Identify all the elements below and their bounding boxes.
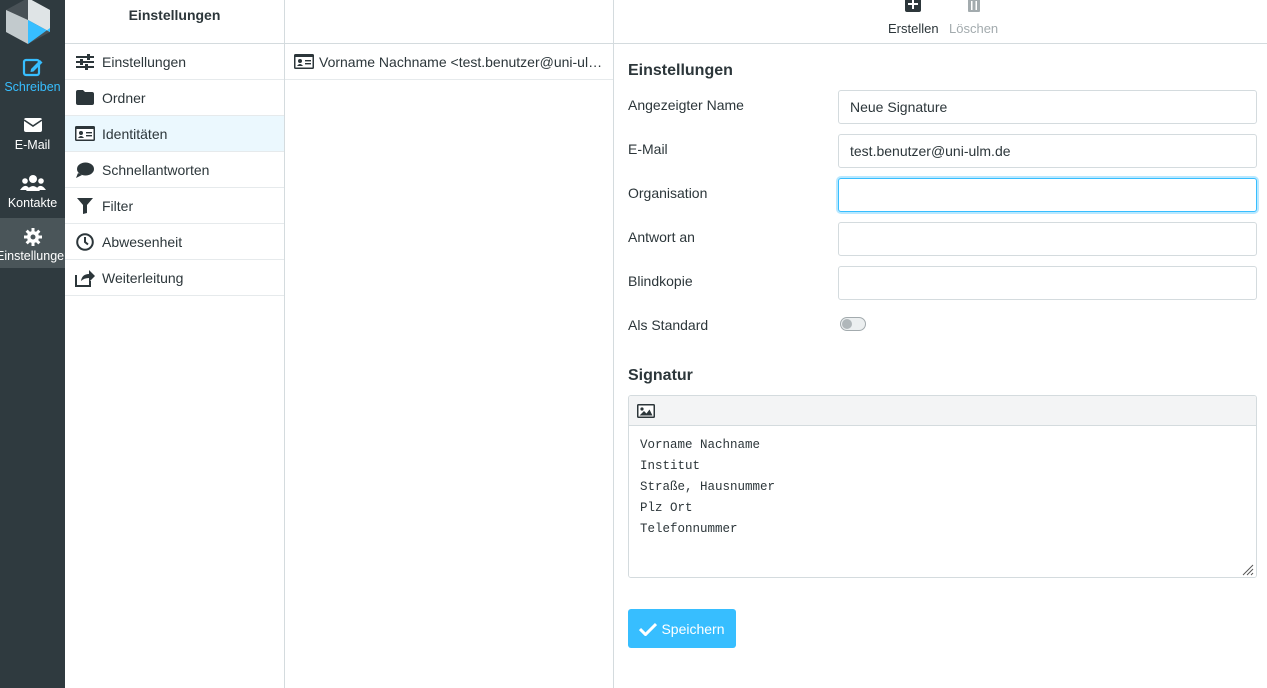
- id-card-icon: [294, 54, 315, 70]
- mail-label: E-Mail: [14, 138, 51, 152]
- taskbar: Schreiben E-Mail Kontakte Einstellungen: [0, 0, 72, 688]
- id-card-icon: [74, 125, 95, 143]
- email-input[interactable]: [838, 134, 1257, 168]
- menu-item-identities[interactable]: Identitäten: [65, 116, 284, 152]
- bcc-label: Blindkopie: [628, 273, 693, 289]
- menu-item-label: Schnellantworten: [102, 161, 210, 178]
- organization-input[interactable]: [838, 178, 1257, 212]
- menu-item-label: Einstellungen: [102, 53, 187, 70]
- menu-item-label: Weiterleitung: [102, 269, 184, 286]
- toolbar: Erstellen Löschen: [614, 0, 1267, 44]
- menu-item-label: Abwesenheit: [102, 233, 183, 250]
- envelope-icon: [0, 114, 65, 136]
- filter-icon: [74, 197, 95, 215]
- trash-icon: [949, 0, 998, 14]
- signature-section-title: Signatur: [628, 367, 693, 384]
- identities-list: Vorname Nachname <test.benutzer@uni-ulm.…: [285, 0, 614, 688]
- delete-button[interactable]: Löschen: [949, 0, 998, 36]
- contacts-button[interactable]: Kontakte: [0, 164, 65, 222]
- settings-section-title: Einstellungen: [628, 62, 733, 79]
- settings-label: Einstellungen: [0, 249, 72, 263]
- share-icon: [74, 269, 95, 287]
- bcc-input[interactable]: [838, 266, 1257, 300]
- image-icon[interactable]: [637, 403, 655, 418]
- menu-item-label: Filter: [102, 197, 134, 214]
- gear-icon: [0, 227, 65, 247]
- menu-item-label: Identitäten: [102, 125, 168, 142]
- settings-button[interactable]: Einstellungen: [0, 218, 72, 268]
- comment-icon: [74, 161, 95, 179]
- app-logo: [0, 0, 65, 44]
- display-name-label: Angezeigter Name: [628, 97, 744, 113]
- folder-icon: [74, 89, 95, 107]
- toggle-knob: [842, 319, 852, 329]
- check-icon: [639, 622, 658, 636]
- contacts-label: Kontakte: [7, 196, 58, 210]
- users-icon: [0, 172, 65, 194]
- settings-menu: Einstellungen Einstellungen Ordner Ident…: [65, 0, 285, 688]
- delete-label: Löschen: [949, 21, 999, 36]
- identities-list-header: [285, 0, 613, 44]
- compose-button[interactable]: Schreiben: [0, 48, 65, 106]
- identity-row[interactable]: Vorname Nachname <test.benutzer@uni-ulm.…: [285, 44, 613, 80]
- menu-item-filter[interactable]: Filter: [65, 188, 284, 224]
- settings-menu-header: Einstellungen: [65, 0, 284, 44]
- email-label: E-Mail: [628, 141, 668, 157]
- menu-item-responses[interactable]: Schnellantworten: [65, 152, 284, 188]
- default-label: Als Standard: [628, 317, 709, 333]
- create-label: Erstellen: [888, 21, 939, 36]
- signature-editor: Vorname Nachname Institut Straße, Hausnu…: [628, 395, 1257, 578]
- display-name-input[interactable]: [838, 90, 1257, 124]
- compose-icon: [0, 56, 65, 78]
- editor-toolbar: [629, 396, 1256, 426]
- mail-button[interactable]: E-Mail: [0, 106, 65, 164]
- plus-square-icon: [888, 0, 939, 14]
- create-button[interactable]: Erstellen: [888, 0, 939, 36]
- clock-icon: [74, 232, 95, 251]
- sliders-icon: [74, 53, 95, 71]
- compose-label: Schreiben: [4, 80, 61, 94]
- menu-item-forward[interactable]: Weiterleitung: [65, 260, 284, 296]
- resize-handle-icon[interactable]: [1242, 563, 1254, 576]
- menu-item-folders[interactable]: Ordner: [65, 80, 284, 116]
- identity-editor: Erstellen Löschen Einstellungen Angezeig…: [614, 0, 1267, 688]
- organization-label: Organisation: [628, 185, 708, 201]
- menu-item-label: Ordner: [102, 89, 146, 106]
- menu-item-preferences[interactable]: Einstellungen: [65, 44, 284, 80]
- reply-to-label: Antwort an: [628, 229, 695, 245]
- menu-item-vacation[interactable]: Abwesenheit: [65, 224, 284, 260]
- identity-label: Vorname Nachname <test.benutzer@uni-ulm.…: [319, 53, 607, 70]
- reply-to-input[interactable]: [838, 222, 1257, 256]
- default-toggle[interactable]: [840, 317, 866, 331]
- save-label: Speichern: [661, 620, 725, 637]
- save-button[interactable]: Speichern: [628, 609, 736, 648]
- signature-textarea[interactable]: Vorname Nachname Institut Straße, Hausnu…: [629, 426, 1256, 577]
